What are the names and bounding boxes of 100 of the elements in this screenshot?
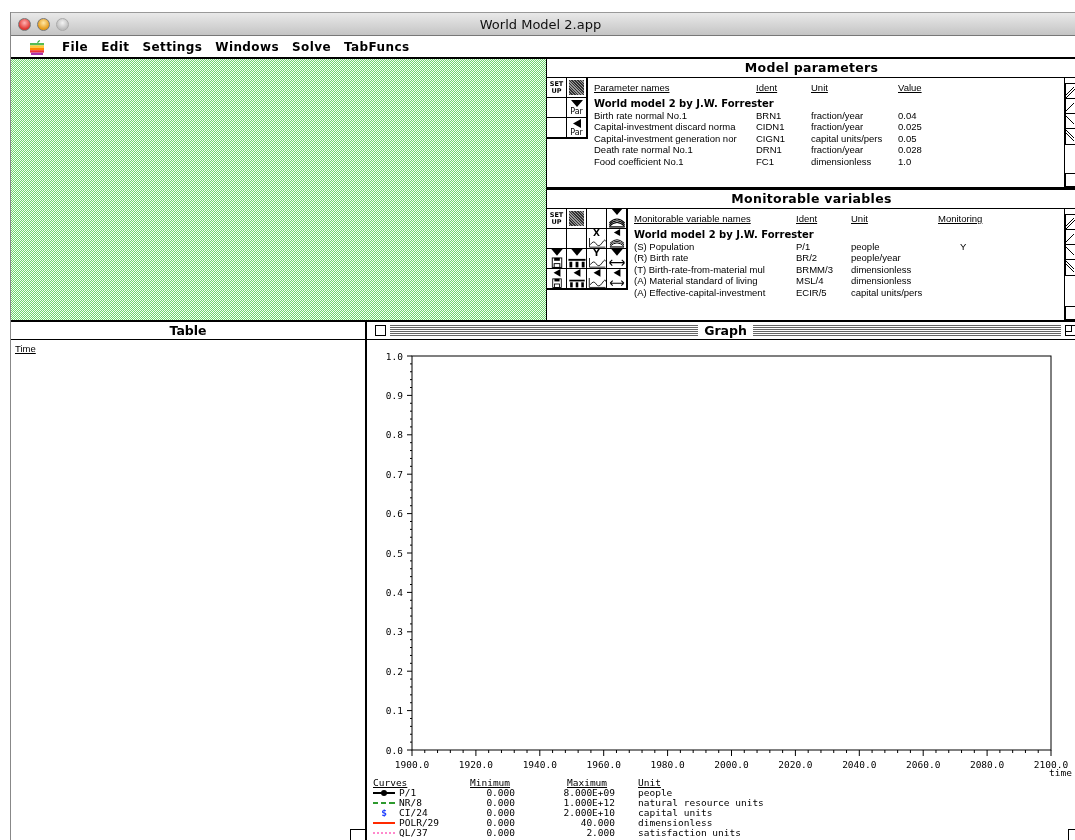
table-cell-text: 1.000E+12 (562, 798, 615, 808)
resize-box[interactable] (1065, 173, 1075, 187)
table-cell-text: Capital-investment discard norma (594, 121, 737, 133)
par-button[interactable]: Par (567, 98, 587, 118)
table-cell-text: 2.000 (585, 828, 615, 838)
apple-logo-icon (30, 38, 44, 55)
span-tool-button[interactable] (607, 269, 627, 289)
graph-tool-button[interactable]: Y (587, 249, 607, 269)
table-cell-text: Y (959, 240, 968, 253)
table-cell-text: BRN1 (756, 109, 783, 122)
table-cell-text: dimensionless (851, 275, 913, 287)
resize-box[interactable] (350, 829, 365, 840)
bars-tool-button[interactable] (567, 249, 587, 269)
triangle-down-icon (610, 249, 623, 256)
table-cell-text: Food coefficient No.1 (594, 155, 685, 168)
column-header: Ident (756, 81, 779, 95)
triangle-left-icon (572, 118, 581, 128)
x-tick-label: 1920.0 (458, 759, 494, 770)
menu-item[interactable]: TabFuncs (344, 39, 410, 54)
table-cell-text: fraction/year (811, 144, 865, 156)
table-cell-text: 0.025 (898, 121, 923, 133)
table-cell-text: Death rate normal No.1 (594, 144, 694, 156)
table-cell-text: capital units/pers (851, 286, 924, 299)
window-title: World Model 2.app (478, 16, 603, 32)
close-box-button[interactable] (375, 325, 386, 336)
menu-item[interactable]: File (62, 39, 89, 54)
table-cell-text: CIDN1 (756, 121, 786, 133)
pattern-swatch-button[interactable] (569, 80, 584, 95)
triangle-down-icon (550, 249, 563, 256)
close-button[interactable] (18, 17, 31, 31)
column-header: Monitoring (938, 212, 984, 226)
table-cell-text: satisfaction units (637, 828, 741, 838)
stack-tool-button[interactable] (607, 209, 627, 229)
table-cell-text: dimensionless (811, 155, 873, 168)
y-tick-label: 0.8 (385, 429, 403, 441)
table-cell-text: BR/2 (796, 252, 819, 264)
table-cell-text: Capital-investment generation nor (594, 132, 738, 145)
table-cell-text: 0.000 (485, 808, 515, 818)
pattern-swatch-button[interactable] (569, 211, 584, 226)
menu-item[interactable]: Solve (292, 39, 331, 54)
menu-item[interactable]: Edit (101, 39, 130, 54)
minimize-button[interactable] (37, 17, 50, 31)
y-tick-label: 0.3 (385, 626, 403, 638)
x-tick-label: 2060.0 (906, 759, 941, 770)
span-tool-button[interactable] (607, 249, 627, 269)
column-header: Curves (373, 778, 408, 788)
y-tick-label: 1.0 (385, 350, 403, 362)
x-tick-label: 1940.0 (522, 759, 557, 770)
table-cell-text: people (637, 788, 673, 798)
table-cell-text: capital units (637, 808, 713, 818)
y-tick-label: 0.6 (385, 508, 403, 520)
panel-title: Model parameters (547, 59, 1075, 78)
resize-box[interactable] (1068, 829, 1075, 840)
bars-tool-button[interactable] (567, 269, 587, 289)
column-header: Time (15, 343, 36, 356)
graph-tool-button[interactable] (587, 269, 607, 289)
table-cell-text: (S) Population (634, 240, 696, 253)
table-cell-text: Birth rate normal No.1 (594, 109, 688, 122)
curve-name: CI/24 (399, 808, 428, 818)
table-cell-text: 0.000 (485, 798, 515, 808)
group-title: World model 2 by J.W. Forrester (634, 229, 815, 241)
column-header: Parameter names (594, 81, 671, 95)
table-cell-text: 0.000 (485, 828, 515, 838)
y-tick-label: 0.5 (385, 547, 403, 559)
column-header: Unit (851, 212, 869, 226)
graph-tool-button[interactable]: X (587, 229, 607, 249)
table-cell-text: dimensionless (851, 263, 913, 276)
table-cell-text: 40.000 (579, 818, 615, 828)
table-cell-text: 0.05 (898, 132, 918, 145)
x-tick-label: 2040.0 (842, 759, 877, 770)
par-button[interactable]: Par (567, 118, 587, 138)
triangle-down-icon (610, 209, 623, 215)
curve-name: P/1 (399, 788, 417, 798)
y-tick-label: 0.9 (385, 389, 403, 401)
table-cell-text: (A) Effective-capital-investment (634, 286, 767, 299)
column-header: Maximum (566, 778, 608, 788)
triangle-down-icon (570, 249, 583, 256)
disk-tool-button[interactable] (547, 269, 567, 289)
stack-tool-button[interactable] (607, 229, 627, 249)
disk-tool-button[interactable] (547, 249, 567, 269)
triangle-left-icon (612, 229, 621, 237)
menu-item[interactable]: Settings (142, 39, 203, 54)
table-cell-text: FC1 (756, 155, 775, 168)
menu-item[interactable]: Windows (215, 39, 280, 54)
curve-name: QL/37 (399, 828, 428, 838)
resize-box[interactable] (1065, 306, 1075, 320)
curve-name: NR/8 (399, 798, 422, 808)
panel-title: Table (11, 322, 365, 340)
triangle-left-icon (592, 269, 601, 277)
table-cell-text: natural resource units (637, 798, 764, 808)
bars-icon (566, 256, 587, 268)
table-cell-text: 2.000E+10 (562, 808, 615, 818)
column-header: Monitorable variable names (634, 212, 752, 226)
zoom-box-button[interactable] (1065, 325, 1075, 336)
table-cell-text: 0.000 (485, 818, 515, 828)
column-header: Unit (811, 81, 829, 95)
table-cell-text: people/year (851, 252, 902, 264)
table-cell-text: 0.04 (898, 109, 918, 122)
table-cell-text: (A) Material standard of living (634, 275, 759, 287)
column-header: Minimum (469, 778, 511, 788)
